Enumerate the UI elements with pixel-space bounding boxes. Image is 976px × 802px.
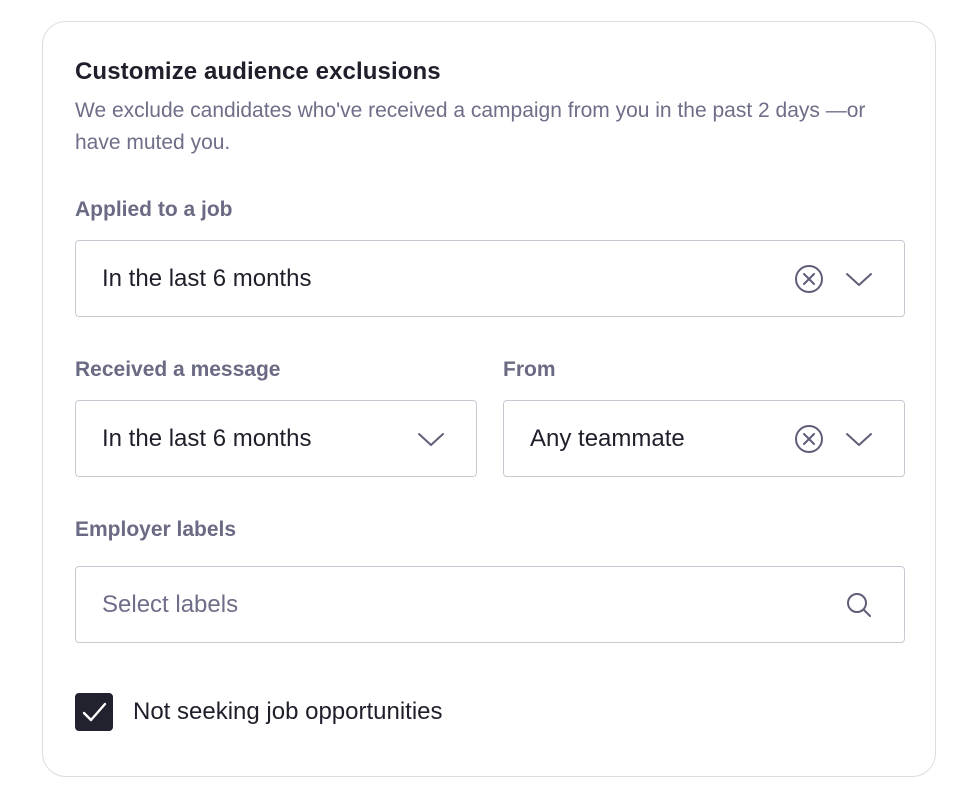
applied-job-label: Applied to a job [75,198,233,221]
employer-labels-search[interactable]: Select labels [75,566,905,643]
employer-labels-placeholder: Select labels [102,591,239,618]
employer-labels-label: Employer labels [75,518,237,541]
chevron-down-icon[interactable] [416,424,446,454]
not-seeking-label[interactable]: Not seeking job opportunities [133,696,443,728]
from-value: Any teammate [530,425,685,452]
check-icon [82,702,107,722]
applied-job-value: In the last 6 months [102,265,312,292]
not-seeking-checkbox[interactable] [75,693,113,731]
from-select[interactable]: Any teammate [503,400,905,477]
clear-icon[interactable] [794,424,824,454]
clear-icon[interactable] [794,264,824,294]
panel-description: We exclude candidates who've received a … [75,99,866,154]
panel-title: Customize audience exclusions [75,58,441,85]
applied-job-select[interactable]: In the last 6 months [75,240,905,317]
from-label: From [503,358,556,381]
search-icon[interactable] [844,590,874,620]
chevron-down-icon[interactable] [844,424,874,454]
chevron-down-icon[interactable] [844,264,874,294]
received-message-select[interactable]: In the last 6 months [75,400,477,477]
received-message-value: In the last 6 months [102,425,312,452]
received-message-label: Received a message [75,358,281,381]
